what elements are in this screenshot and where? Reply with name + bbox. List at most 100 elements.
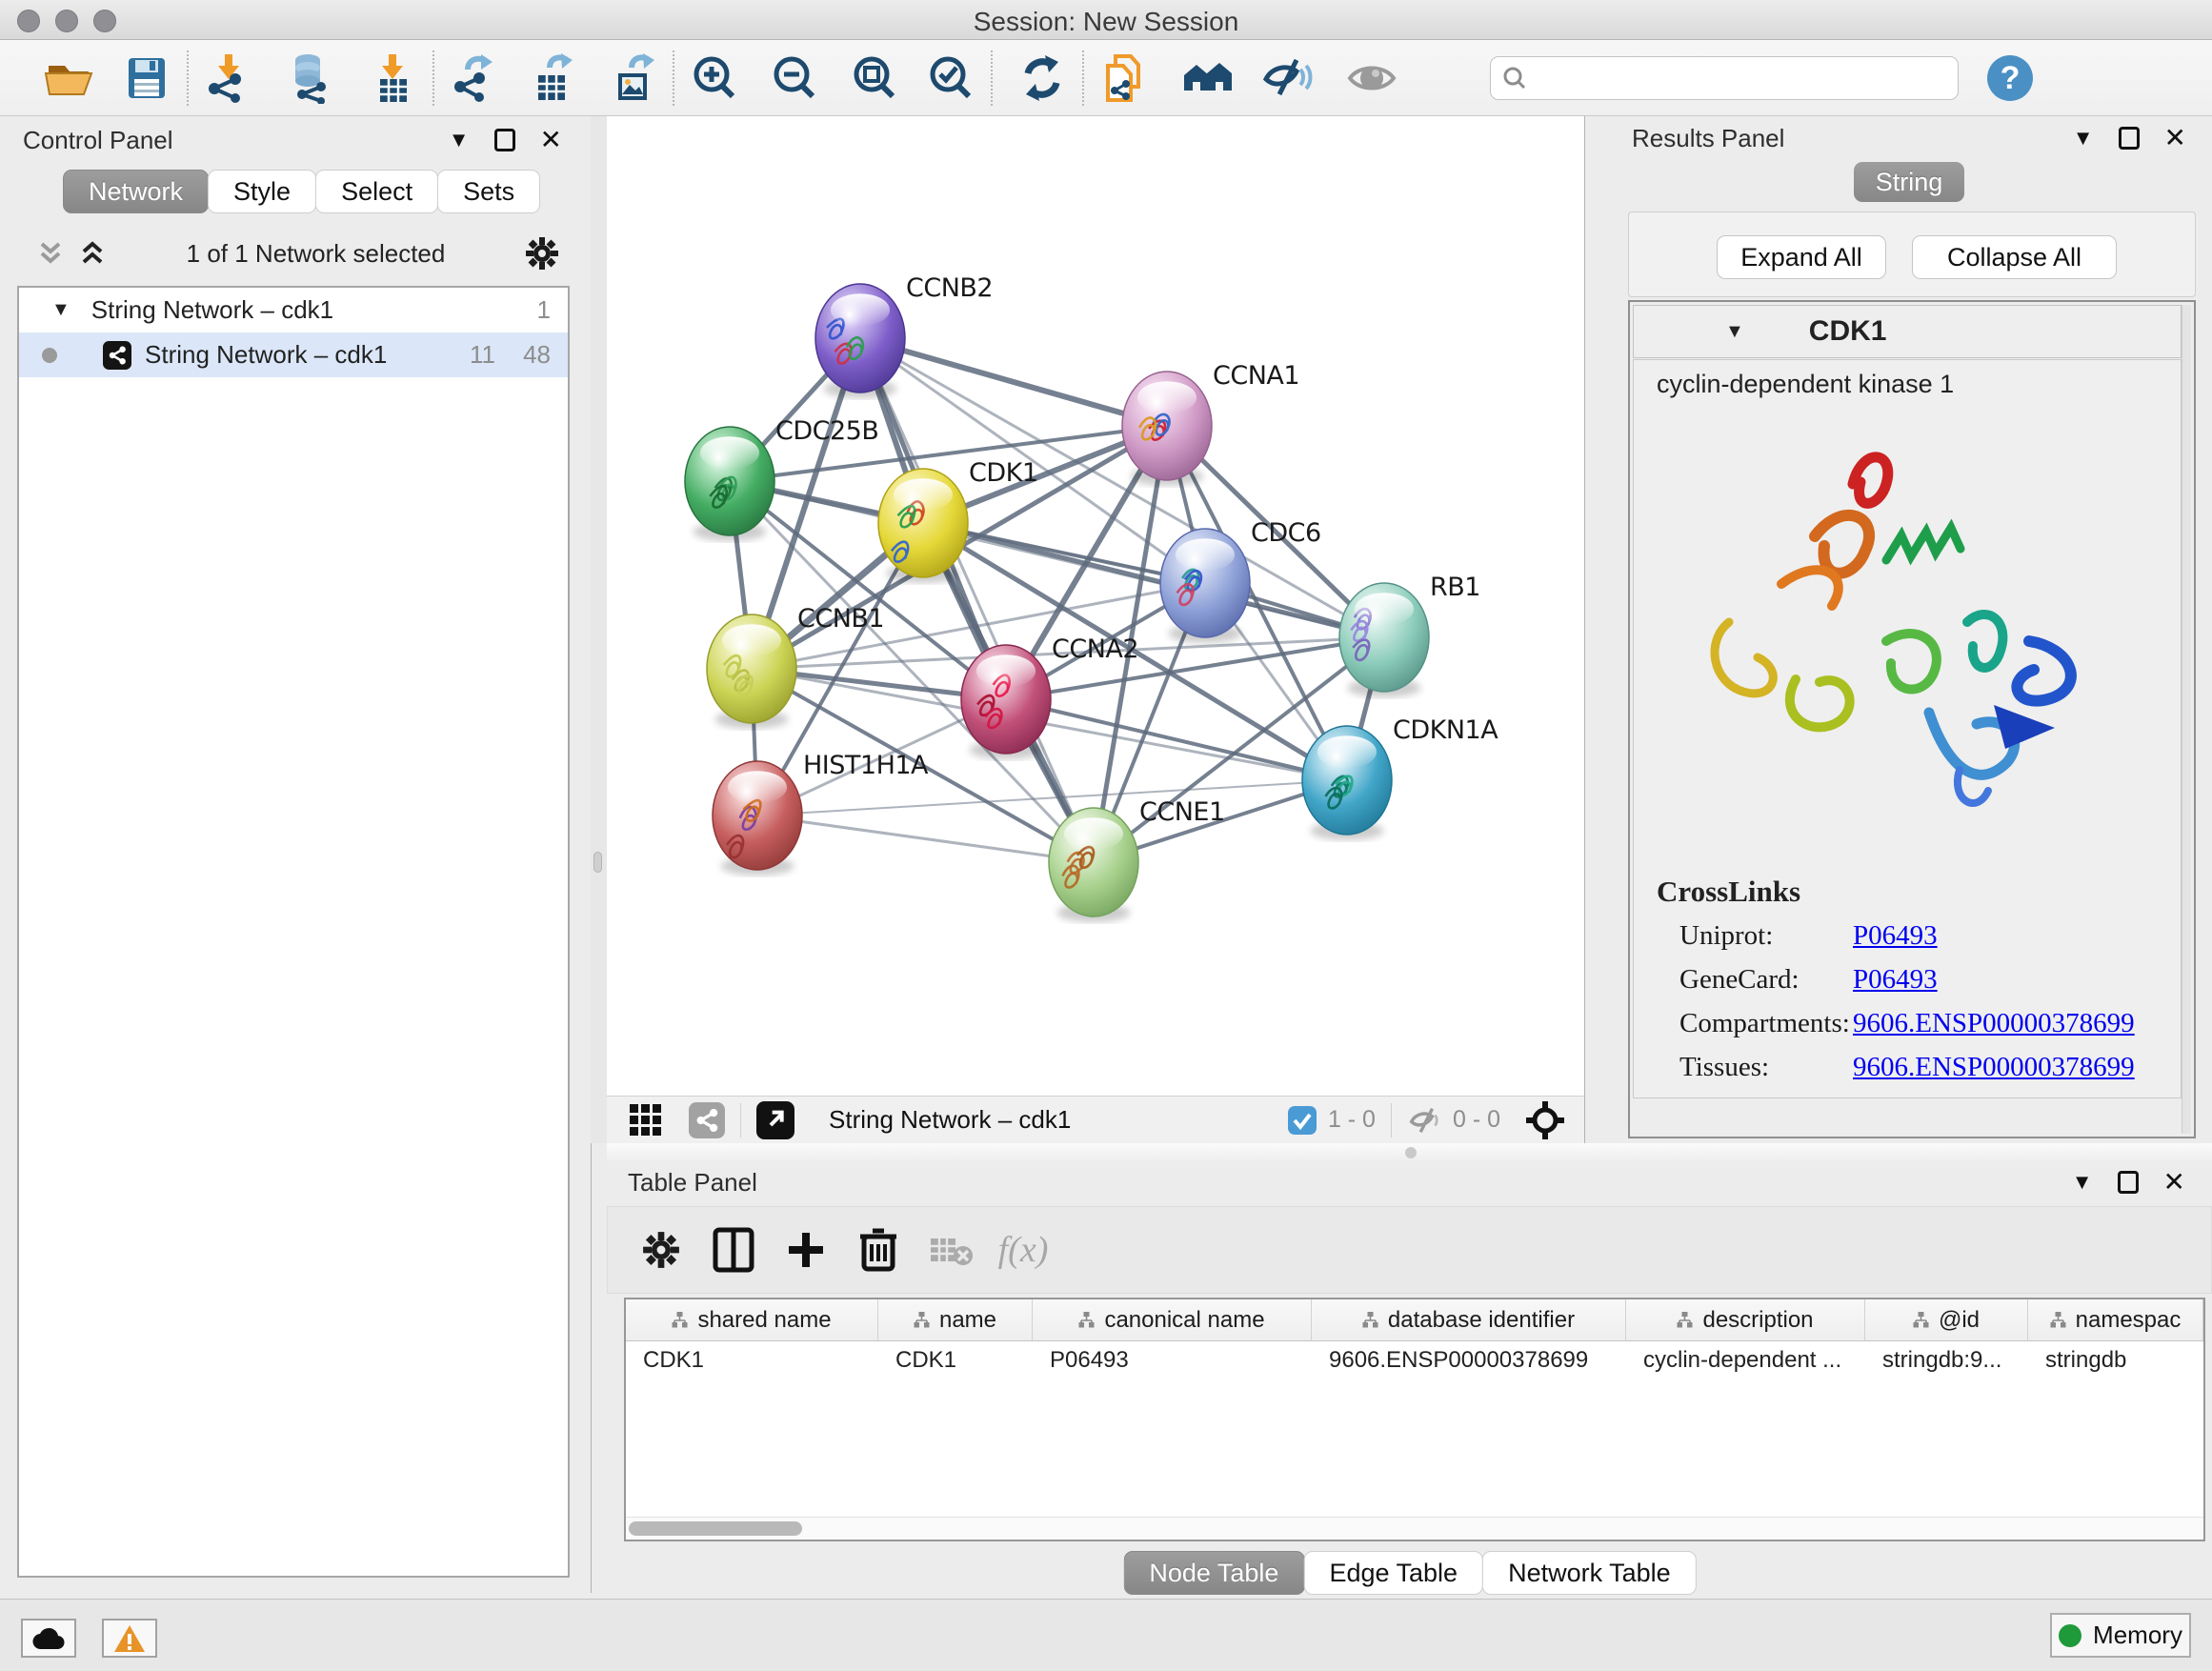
table-cell[interactable]: CDK1 — [878, 1341, 1033, 1379]
clone-network-icon[interactable] — [1097, 51, 1151, 105]
table-panel-menu-icon[interactable]: ▼ — [2072, 1170, 2093, 1195]
network-row[interactable]: String Network – cdk1 11 48 — [19, 332, 568, 377]
crosslink-value-link[interactable]: 9606.ENSP00000378699 — [1853, 1008, 2135, 1039]
node-CCNE1[interactable]: CCNE1 — [1049, 797, 1225, 922]
tab-select[interactable]: Select — [315, 170, 438, 213]
table-cell[interactable]: stringdb:9... — [1865, 1341, 2028, 1379]
table-cell[interactable]: cyclin-dependent ... — [1626, 1341, 1865, 1379]
tab-sets[interactable]: Sets — [437, 170, 540, 213]
protein-section-header[interactable]: ▼ CDK1 — [1633, 305, 2182, 358]
export-network-icon[interactable] — [448, 51, 501, 105]
help-icon[interactable]: ? — [1983, 51, 2037, 105]
export-image-icon[interactable] — [606, 51, 659, 105]
open-in-new-window-icon[interactable] — [756, 1101, 794, 1139]
search-icon — [1502, 66, 1527, 91]
first-neighbors-icon[interactable] — [1181, 51, 1235, 105]
results-scrollbar[interactable] — [2182, 305, 2191, 1134]
node-table[interactable]: shared namenamecanonical namedatabase id… — [624, 1298, 2205, 1541]
cloud-status-button[interactable] — [21, 1619, 76, 1658]
zoom-out-icon[interactable] — [768, 51, 821, 105]
crosslink-value-link[interactable]: P06493 — [1853, 964, 1938, 996]
node-RB1[interactable]: RB1 — [1339, 573, 1480, 697]
memory-button[interactable]: Memory — [2050, 1613, 2191, 1658]
open-session-icon[interactable] — [42, 51, 95, 105]
column-header-database-identifier[interactable]: database identifier — [1312, 1299, 1626, 1340]
column-header-namespac[interactable]: namespac — [2028, 1299, 2203, 1340]
tab-edge-table[interactable]: Edge Table — [1303, 1551, 1483, 1595]
expand-all-button[interactable]: Expand All — [1717, 235, 1886, 279]
toolbar-separator — [187, 50, 189, 106]
delete-column-trash-icon[interactable] — [842, 1221, 915, 1278]
table-cell[interactable]: stringdb — [2028, 1341, 2203, 1379]
warning-status-button[interactable] — [102, 1619, 157, 1658]
node-CDC6[interactable]: CDC6 — [1160, 518, 1321, 643]
hide-selected-icon[interactable] — [1261, 51, 1315, 105]
control-panel-menu-icon[interactable]: ▼ — [449, 128, 470, 152]
horizontal-splitter[interactable] — [607, 1143, 2212, 1160]
network-collection-row[interactable]: ▼ String Network – cdk1 1 — [19, 288, 568, 332]
left-splitter[interactable] — [591, 116, 607, 1143]
svg-text:?: ? — [2001, 60, 2021, 96]
control-panel-tabs: Network Style Select Sets — [63, 170, 539, 213]
protein-collapse-caret[interactable]: ▼ — [1725, 321, 1744, 343]
show-columns-icon[interactable] — [697, 1221, 770, 1278]
tab-node-table[interactable]: Node Table — [1123, 1551, 1304, 1595]
network-canvas[interactable]: CCNB2CCNA1CDC25BCDK1CDC6RB1CCNB1CCNA2CDK… — [607, 116, 1584, 1096]
collection-expand-caret[interactable]: ▼ — [51, 299, 70, 321]
network-graph[interactable]: CCNB2CCNA1CDC25BCDK1CDC6RB1CCNB1CCNA2CDK… — [607, 116, 1584, 1096]
network-share-icon[interactable] — [689, 1102, 725, 1138]
table-horizontal-scrollbar[interactable] — [626, 1517, 2203, 1540]
node-CCNB2[interactable]: CCNB2 — [815, 273, 993, 398]
expand-all-networks-icon[interactable] — [78, 239, 107, 268]
table-panel-float-icon[interactable] — [2118, 1171, 2139, 1194]
crosslink-value-link[interactable]: P06493 — [1853, 920, 1938, 952]
column-header-shared-name[interactable]: shared name — [626, 1299, 878, 1340]
refresh-icon[interactable] — [1016, 51, 1069, 105]
tab-string[interactable]: String — [1854, 162, 1964, 202]
results-panel-float-icon[interactable] — [2119, 127, 2140, 150]
node-HIST1H1A[interactable]: HIST1H1A — [713, 751, 929, 876]
import-network-database-icon[interactable] — [284, 51, 337, 105]
zoom-fit-icon[interactable] — [848, 51, 901, 105]
table-row[interactable]: CDK1CDK1P064939606.ENSP00000378699cyclin… — [626, 1341, 2203, 1379]
save-session-icon[interactable] — [120, 51, 173, 105]
column-header-@id[interactable]: @id — [1865, 1299, 2028, 1340]
crosslink-value-link[interactable]: 9606.ENSP00000378699 — [1853, 1052, 2135, 1083]
tab-style[interactable]: Style — [208, 170, 316, 213]
tab-network-table[interactable]: Network Table — [1482, 1551, 1697, 1595]
column-header-description[interactable]: description — [1626, 1299, 1865, 1340]
zoom-in-icon[interactable] — [688, 51, 741, 105]
import-table-file-icon[interactable] — [366, 51, 419, 105]
node-CDKN1A[interactable]: CDKN1A — [1302, 715, 1498, 840]
show-hidden-icon[interactable] — [1345, 51, 1398, 105]
import-network-file-icon[interactable] — [202, 51, 255, 105]
export-table-icon[interactable] — [526, 51, 579, 105]
collapse-all-networks-icon[interactable] — [36, 239, 65, 268]
results-panel-close-icon[interactable]: ✕ — [2164, 127, 2186, 150]
main-toolbar: ? — [0, 40, 2212, 116]
table-panel-close-icon[interactable]: ✕ — [2163, 1171, 2185, 1194]
create-column-icon[interactable] — [770, 1221, 842, 1278]
control-panel-close-icon[interactable]: ✕ — [540, 129, 562, 151]
zoom-selected-icon[interactable] — [924, 51, 977, 105]
collapse-all-button[interactable]: Collapse All — [1912, 235, 2117, 279]
network-options-gear-icon[interactable] — [525, 236, 559, 271]
table-options-gear-icon[interactable] — [625, 1221, 697, 1278]
selected-checkbox-icon[interactable] — [1288, 1106, 1317, 1135]
table-cell[interactable]: 9606.ENSP00000378699 — [1312, 1341, 1626, 1379]
table-cell[interactable]: P06493 — [1033, 1341, 1312, 1379]
fit-selection-crosshair-icon[interactable] — [1525, 1100, 1565, 1140]
table-cell[interactable]: CDK1 — [626, 1341, 878, 1379]
tab-network[interactable]: Network — [63, 170, 209, 213]
search-input[interactable] — [1490, 56, 1959, 100]
node-CDK1[interactable]: CDK1 — [878, 458, 1038, 583]
control-panel-float-icon[interactable] — [494, 129, 515, 151]
column-header-canonical-name[interactable]: canonical name — [1033, 1299, 1312, 1340]
network-name: String Network – cdk1 — [145, 340, 387, 370]
birds-eye-view-icon[interactable] — [628, 1102, 664, 1138]
scrollbar-thumb[interactable] — [629, 1521, 802, 1536]
crosslink-value-link[interactable]: P06493 — [1853, 1096, 1938, 1098]
column-header-name[interactable]: name — [878, 1299, 1033, 1340]
results-panel-menu-icon[interactable]: ▼ — [2073, 126, 2094, 151]
node-CCNB1[interactable]: CCNB1 — [707, 604, 884, 729]
